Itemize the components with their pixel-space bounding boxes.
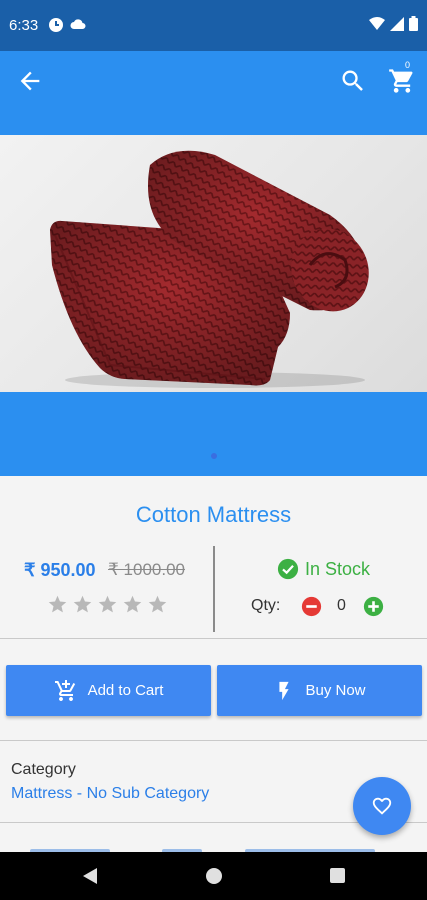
nav-back-icon[interactable]: [82, 867, 98, 885]
carousel-indicator[interactable]: [211, 453, 217, 459]
favorite-button[interactable]: [353, 777, 411, 835]
buy-now-button[interactable]: Buy Now: [217, 665, 422, 716]
qty-decrease-button[interactable]: [301, 596, 322, 622]
data-saver-icon: [49, 18, 63, 32]
app-bar: [0, 51, 427, 135]
image-carousel-footer: [0, 392, 427, 476]
status-right-icons: [369, 16, 418, 31]
product-title: Cotton Mattress: [135, 502, 292, 527]
star-icon: [123, 595, 142, 613]
check-circle-icon: [277, 558, 299, 580]
product-image[interactable]: [0, 135, 427, 392]
flash-icon: [279, 681, 290, 700]
qty-label: Qty:: [251, 597, 281, 614]
vertical-divider: [213, 546, 215, 632]
add-to-cart-label: Add to Cart: [87, 682, 164, 699]
system-nav-bar: [0, 852, 427, 900]
rating-stars: [47, 594, 168, 615]
battery-icon: [409, 16, 418, 31]
status-bar: 6:33: [0, 0, 427, 51]
search-button[interactable]: [339, 67, 367, 95]
star-icon: [48, 595, 67, 613]
stock-status: In Stock: [277, 558, 370, 580]
add-to-cart-button[interactable]: Add to Cart: [6, 665, 211, 716]
minus-circle-icon: [301, 596, 322, 617]
category-label: Category: [11, 761, 76, 778]
star-icon: [98, 595, 117, 613]
arrow-left-icon: [20, 71, 40, 91]
star-icon: [73, 595, 92, 613]
cart-plus-icon: [54, 679, 75, 701]
partially-visible-row: [0, 840, 427, 852]
nav-home-icon[interactable]: [206, 868, 222, 884]
star-icon: [148, 595, 167, 613]
mattress-image: [50, 150, 369, 388]
qty-increase-button[interactable]: [363, 596, 384, 622]
qty-value: 0: [337, 597, 346, 614]
section-divider: [0, 740, 427, 741]
back-button[interactable]: [16, 67, 44, 95]
cart-button[interactable]: [388, 67, 416, 95]
wifi-icon: [369, 16, 385, 30]
stock-label: In Stock: [305, 558, 371, 579]
signal-icon: [390, 16, 404, 31]
cloud-icon: [70, 19, 86, 29]
heart-icon: [372, 797, 392, 815]
status-left-icons: [48, 17, 86, 33]
nav-recent-apps-icon[interactable]: [330, 868, 345, 883]
cart-count-badge: 0: [405, 60, 411, 70]
product-old-price: ₹ 1000.00: [108, 560, 185, 579]
plus-circle-icon: [363, 596, 384, 617]
buy-now-label: Buy Now: [305, 682, 366, 699]
product-price: ₹ 950.00: [24, 560, 96, 580]
section-divider: [0, 638, 427, 639]
search-icon: [342, 70, 363, 91]
cart-icon: [389, 69, 413, 93]
category-link[interactable]: Mattress - No Sub Category: [11, 785, 209, 803]
status-time: 6:33: [9, 17, 39, 34]
